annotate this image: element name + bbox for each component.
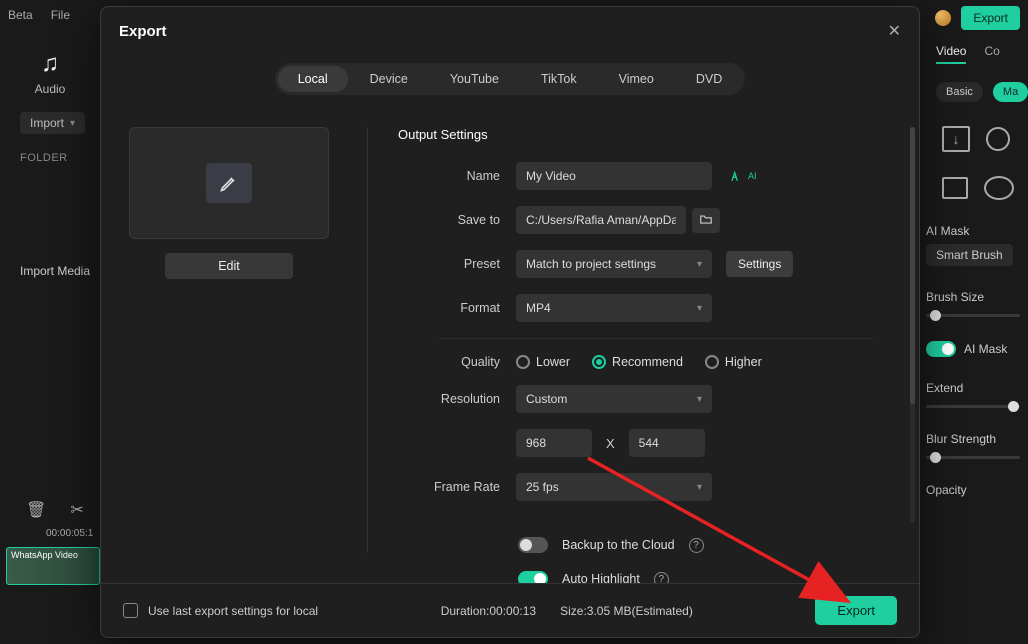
modal-title: Export	[119, 23, 167, 40]
quality-higher-label: Higher	[725, 355, 762, 369]
backup-cloud-label: Backup to the Cloud	[562, 538, 675, 552]
format-value: MP4	[526, 301, 551, 315]
preset-label: Preset	[398, 257, 516, 271]
quality-label: Quality	[398, 355, 516, 369]
brush-size-slider[interactable]	[926, 314, 1020, 317]
resolution-select[interactable]: Custom ▾	[516, 385, 712, 413]
tab-device[interactable]: Device	[350, 66, 428, 92]
edit-thumbnail-button[interactable]: Edit	[165, 253, 293, 279]
tab-vimeo[interactable]: Vimeo	[599, 66, 674, 92]
scrollbar[interactable]	[910, 127, 915, 523]
ai-name-icon[interactable]: AI	[730, 169, 757, 183]
pencil-icon	[206, 163, 252, 203]
import-label: Import	[30, 116, 64, 130]
tab-color[interactable]: Co	[984, 44, 999, 64]
size-text: Size:3.05 MB(Estimated)	[560, 604, 693, 618]
download-shape-icon[interactable]: ↓	[942, 126, 970, 152]
quality-lower-radio[interactable]: Lower	[516, 355, 570, 369]
ai-mask-label: AI Mask	[926, 224, 1028, 238]
quality-lower-label: Lower	[536, 355, 570, 369]
format-label: Format	[398, 301, 516, 315]
export-modal: Export ✕ Local Device YouTube TikTok Vim…	[100, 6, 920, 638]
bg-export-button[interactable]: Export	[961, 6, 1020, 30]
settings-button[interactable]: Settings	[726, 251, 793, 277]
height-input[interactable]	[629, 429, 705, 457]
quality-recommend-label: Recommend	[612, 355, 683, 369]
preset-select[interactable]: Match to project settings ▾	[516, 250, 712, 278]
use-last-settings-label: Use last export settings for local	[148, 604, 318, 618]
chevron-down-icon: ▾	[697, 303, 702, 314]
dimension-x: X	[606, 436, 615, 451]
framerate-label: Frame Rate	[398, 480, 516, 494]
preset-value: Match to project settings	[526, 257, 656, 271]
auto-highlight-toggle[interactable]	[518, 571, 548, 583]
menu-beta[interactable]: Beta	[8, 8, 33, 22]
export-target-tabs: Local Device YouTube TikTok Vimeo DVD	[275, 63, 746, 95]
framerate-value: 25 fps	[526, 480, 559, 494]
trash-icon[interactable]: 🗑	[26, 500, 46, 520]
auto-highlight-label: Auto Highlight	[562, 572, 640, 583]
use-last-settings-checkbox[interactable]	[123, 603, 138, 618]
ai-mask-toggle[interactable]	[926, 341, 956, 357]
duration-text: Duration:00:00:13	[441, 604, 536, 618]
audio-tab[interactable]: ♫ Audio	[0, 50, 100, 96]
circle-shape-icon[interactable]	[986, 127, 1010, 151]
close-icon[interactable]: ✕	[888, 21, 901, 41]
scissors-icon[interactable]: ✂	[70, 500, 83, 520]
divider	[367, 127, 368, 553]
import-media-item[interactable]: Import Media	[20, 264, 100, 278]
width-input[interactable]	[516, 429, 592, 457]
export-button[interactable]: Export	[815, 596, 897, 625]
chevron-down-icon: ▾	[70, 118, 75, 129]
backup-cloud-toggle[interactable]	[518, 537, 548, 553]
resolution-value: Custom	[526, 392, 567, 406]
name-input[interactable]	[516, 162, 712, 190]
name-label: Name	[398, 169, 516, 183]
info-icon[interactable]: ?	[689, 538, 704, 553]
audio-label: Audio	[0, 82, 100, 96]
menu-file[interactable]: File	[51, 8, 70, 22]
subtab-mask[interactable]: Ma	[993, 82, 1028, 102]
ellipse-shape-icon[interactable]	[984, 176, 1014, 200]
saveto-label: Save to	[398, 213, 516, 227]
info-icon[interactable]: ?	[654, 572, 669, 584]
tab-dvd[interactable]: DVD	[676, 66, 742, 92]
quality-recommend-radio[interactable]: Recommend	[592, 355, 683, 369]
tab-tiktok[interactable]: TikTok	[521, 66, 597, 92]
extend-label: Extend	[926, 381, 1028, 395]
tab-youtube[interactable]: YouTube	[430, 66, 519, 92]
avatar[interactable]	[935, 10, 951, 26]
blur-slider[interactable]	[926, 456, 1020, 459]
tab-local[interactable]: Local	[278, 66, 348, 92]
music-note-icon: ♫	[0, 50, 100, 78]
import-dropdown[interactable]: Import ▾	[20, 112, 85, 134]
timeline-clip[interactable]: WhatsApp Video	[6, 547, 100, 585]
chevron-down-icon: ▾	[697, 394, 702, 405]
resolution-label: Resolution	[398, 392, 516, 406]
blur-strength-label: Blur Strength	[926, 432, 1028, 446]
extend-slider[interactable]	[926, 405, 1020, 408]
output-settings-title: Output Settings	[398, 127, 873, 142]
subtab-basic[interactable]: Basic	[936, 82, 983, 102]
framerate-select[interactable]: 25 fps ▾	[516, 473, 712, 501]
quality-higher-radio[interactable]: Higher	[705, 355, 762, 369]
brush-size-label: Brush Size	[926, 290, 1028, 304]
folder-section-label: FOLDER	[20, 152, 100, 164]
timeline-timecode: 00:00:05:1	[0, 520, 100, 539]
divider	[438, 338, 873, 339]
chevron-down-icon: ▾	[697, 259, 702, 270]
saveto-input[interactable]	[516, 206, 686, 234]
smart-brush-chip[interactable]: Smart Brush	[926, 244, 1013, 266]
format-select[interactable]: MP4 ▾	[516, 294, 712, 322]
thumbnail-preview	[129, 127, 329, 239]
tab-video[interactable]: Video	[936, 44, 966, 64]
rect-shape-icon[interactable]	[942, 177, 968, 199]
ai-mask-toggle-label: AI Mask	[964, 342, 1007, 356]
opacity-label: Opacity	[926, 483, 1028, 497]
chevron-down-icon: ▾	[697, 482, 702, 493]
folder-icon[interactable]	[692, 208, 720, 233]
